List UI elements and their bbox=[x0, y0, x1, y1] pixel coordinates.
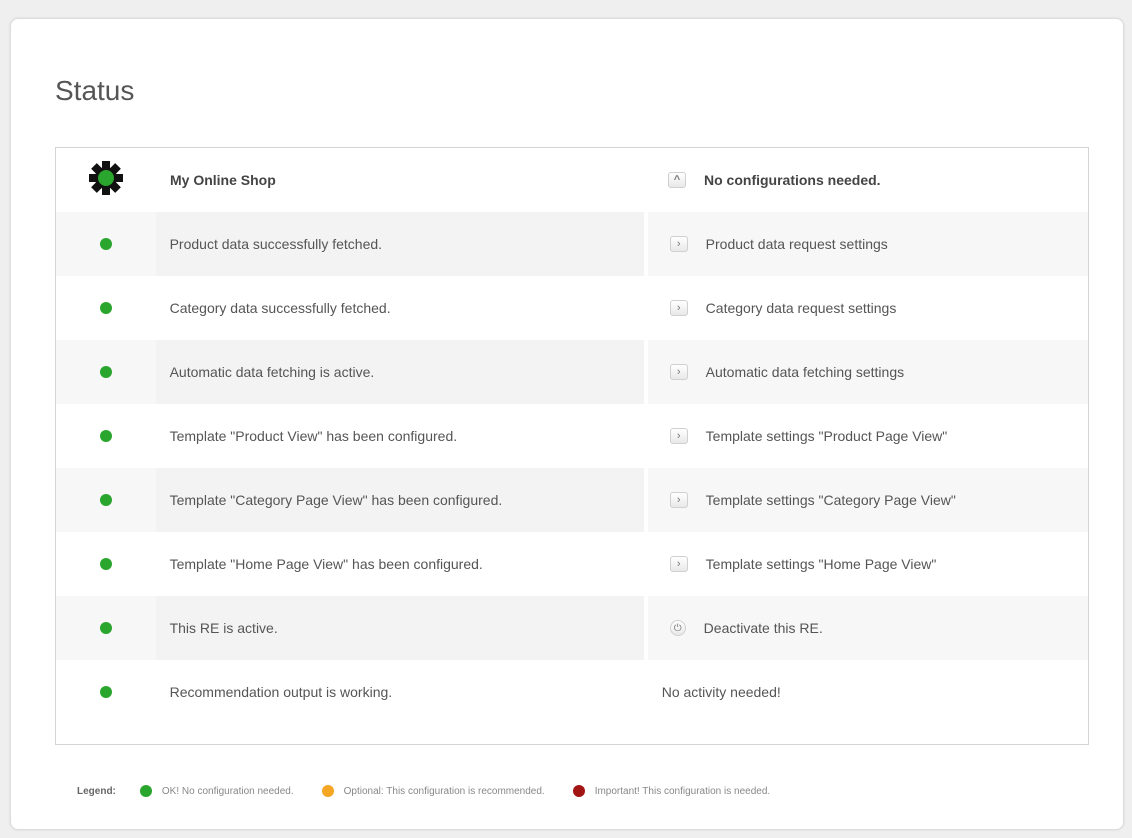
shop-name: My Online Shop bbox=[170, 172, 276, 188]
status-table: My Online Shop ^ No configurations neede… bbox=[55, 147, 1089, 745]
chevron-right-icon[interactable]: › bbox=[669, 236, 688, 252]
status-panel: Status My Online Shop ^ No configuration… bbox=[10, 18, 1124, 830]
chevron-right-icon[interactable]: › bbox=[669, 364, 688, 380]
status-row: Product data successfully fetched. › Pro… bbox=[56, 212, 1088, 276]
deactivate-link[interactable]: Deactivate this RE. bbox=[704, 620, 823, 636]
action-link[interactable]: Template settings "Home Page View" bbox=[706, 556, 937, 572]
status-ok-dot bbox=[99, 366, 112, 378]
status-row: Template "Home Page View" has been confi… bbox=[56, 532, 1088, 596]
gear-icon bbox=[87, 159, 125, 202]
status-ok-dot bbox=[99, 238, 112, 250]
status-ok-dot bbox=[99, 430, 112, 442]
legend-optional: Optional: This configuration is recommen… bbox=[321, 785, 545, 797]
status-row: Recommendation output is working. No act… bbox=[56, 660, 1088, 724]
action-link[interactable]: Template settings "Category Page View" bbox=[706, 492, 956, 508]
legend-important: Important! This configuration is needed. bbox=[572, 785, 770, 797]
status-row: Automatic data fetching is active. › Aut… bbox=[56, 340, 1088, 404]
status-message: Category data successfully fetched. bbox=[169, 300, 391, 316]
chevron-right-icon[interactable]: › bbox=[669, 428, 688, 444]
status-message: This RE is active. bbox=[155, 596, 644, 660]
no-activity-text: No activity needed! bbox=[661, 684, 781, 700]
action-link[interactable]: Template settings "Product Page View" bbox=[706, 428, 948, 444]
action-link[interactable]: Automatic data fetching settings bbox=[706, 364, 904, 380]
action-link[interactable]: Category data request settings bbox=[706, 300, 897, 316]
status-ok-dot bbox=[99, 558, 112, 570]
status-message: Product data successfully fetched. bbox=[155, 212, 644, 276]
power-icon[interactable]: ⏻ bbox=[669, 620, 686, 636]
status-row: Template "Category Page View" has been c… bbox=[56, 468, 1088, 532]
status-message: Template "Product View" has been configu… bbox=[169, 428, 458, 444]
status-message: Automatic data fetching is active. bbox=[155, 340, 644, 404]
status-row: Category data successfully fetched. › Ca… bbox=[56, 276, 1088, 340]
status-ok-dot bbox=[99, 494, 112, 506]
page-title: Status bbox=[55, 75, 135, 106]
legend-optional-dot bbox=[321, 785, 334, 797]
shop-header-row: My Online Shop ^ No configurations neede… bbox=[56, 148, 1088, 212]
action-link[interactable]: Product data request settings bbox=[706, 236, 888, 252]
status-ok-dot bbox=[99, 686, 112, 698]
legend-ok: OK! No configuration needed. bbox=[139, 785, 294, 797]
chevron-up-icon[interactable]: ^ bbox=[668, 172, 686, 188]
chevron-right-icon[interactable]: › bbox=[669, 556, 688, 572]
status-message: Recommendation output is working. bbox=[169, 684, 393, 700]
legend-label: Legend: bbox=[77, 785, 116, 797]
legend-important-dot bbox=[572, 785, 585, 797]
status-message: Template "Home Page View" has been confi… bbox=[169, 556, 483, 572]
status-ok-dot bbox=[99, 622, 112, 634]
header-message: No configurations needed. bbox=[704, 172, 881, 188]
chevron-right-icon[interactable]: › bbox=[669, 300, 688, 316]
legend-ok-dot bbox=[139, 785, 152, 797]
status-ok-dot bbox=[99, 302, 112, 314]
chevron-right-icon[interactable]: › bbox=[669, 492, 688, 508]
legend: Legend: OK! No configuration needed. Opt… bbox=[77, 785, 798, 797]
status-row: Template "Product View" has been configu… bbox=[56, 404, 1088, 468]
status-message: Template "Category Page View" has been c… bbox=[155, 468, 644, 532]
status-row: This RE is active. ⏻ Deactivate this RE. bbox=[56, 596, 1088, 660]
